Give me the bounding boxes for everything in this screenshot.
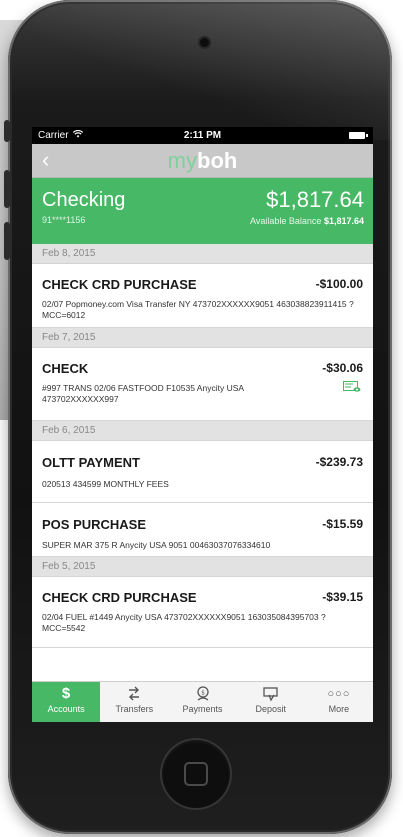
transaction-row[interactable]: OLTT PAYMENT -$239.73 020513 434599 MONT… bbox=[32, 441, 373, 503]
transaction-amount: -$239.73 bbox=[315, 455, 363, 469]
transaction-description: 02/04 FUEL #1449 Anycity USA 473702XXXXX… bbox=[42, 612, 326, 633]
volume-up-button bbox=[4, 170, 10, 208]
front-camera bbox=[200, 38, 209, 47]
transaction-title: CHECK CRD PURCHASE bbox=[42, 277, 197, 292]
account-name: Checking bbox=[42, 189, 126, 211]
deposit-icon bbox=[237, 682, 305, 704]
account-number: 91****1156 bbox=[42, 215, 86, 225]
tab-accounts[interactable]: $ Accounts bbox=[32, 682, 101, 722]
battery-icon bbox=[349, 132, 368, 139]
logo-boh: boh bbox=[197, 148, 238, 173]
available-balance: Available Balance $1,817.64 bbox=[250, 216, 364, 226]
transaction-description: SUPER MAR 375 R Anycity USA 9051 0046303… bbox=[42, 540, 271, 550]
tab-label: Payments bbox=[182, 704, 223, 714]
transaction-row[interactable]: POS PURCHASE -$15.59 SUPER MAR 375 R Any… bbox=[32, 503, 373, 557]
transaction-amount: -$30.06 bbox=[322, 361, 363, 375]
dollar-icon: $ bbox=[61, 685, 71, 702]
transfer-icon bbox=[100, 682, 168, 704]
available-label: Available Balance bbox=[250, 216, 322, 226]
tab-label: Transfers bbox=[115, 704, 154, 714]
transaction-row[interactable]: CHECK CRD PURCHASE -$100.00 02/07 Popmon… bbox=[32, 264, 373, 328]
available-amount: $1,817.64 bbox=[323, 216, 364, 226]
tab-deposit[interactable]: Deposit bbox=[237, 682, 305, 722]
account-balance: $1,817.64 bbox=[266, 187, 364, 212]
tab-payments[interactable]: $ Payments bbox=[168, 682, 236, 722]
home-square-icon bbox=[184, 762, 208, 786]
tab-bar: $ Accounts Transfers $ Payments Deposit … bbox=[32, 681, 373, 722]
transaction-amount: -$39.15 bbox=[322, 590, 363, 604]
transaction-title: POS PURCHASE bbox=[42, 517, 147, 532]
home-button[interactable] bbox=[162, 740, 230, 808]
nav-bar: ‹ myboh bbox=[32, 144, 373, 178]
status-bar: Carrier 2:11 PM bbox=[32, 127, 373, 144]
payments-icon: $ bbox=[168, 682, 236, 704]
myboh-logo: myboh bbox=[32, 150, 373, 172]
tab-more[interactable]: ○○○ More bbox=[305, 682, 373, 722]
date-header: Feb 8, 2015 bbox=[32, 244, 373, 264]
status-time: 2:11 PM bbox=[183, 130, 222, 141]
tab-label: Accounts bbox=[47, 704, 85, 714]
mute-switch bbox=[4, 120, 10, 142]
transaction-description: 020513 434599 MONTHLY FEES bbox=[42, 479, 169, 489]
transaction-row[interactable]: CHECK CRD PURCHASE -$39.15 02/04 FUEL #1… bbox=[32, 577, 373, 648]
transaction-description: #997 TRANS 02/06 FASTFOOD F10535 Anycity… bbox=[42, 383, 244, 404]
more-dots-icon: ○○○ bbox=[327, 688, 351, 700]
account-header: Checking 91****1156 $1,817.64 Available … bbox=[32, 178, 373, 244]
phone-screen: Carrier 2:11 PM ‹ myboh Checking 91****1… bbox=[32, 127, 373, 722]
tab-transfers[interactable]: Transfers bbox=[100, 682, 168, 722]
date-header: Feb 6, 2015 bbox=[32, 421, 373, 441]
transaction-title: CHECK CRD PURCHASE bbox=[42, 590, 197, 605]
logo-my: my bbox=[167, 148, 197, 173]
tab-label: Deposit bbox=[255, 704, 286, 714]
transaction-amount: -$15.59 bbox=[322, 517, 363, 531]
volume-down-button bbox=[4, 222, 10, 260]
transaction-amount: -$100.00 bbox=[315, 277, 363, 291]
transaction-title: CHECK bbox=[42, 361, 89, 376]
check-image-icon[interactable] bbox=[343, 380, 361, 392]
transaction-row[interactable]: CHECK -$30.06 #997 TRANS 02/06 FASTFOOD … bbox=[32, 348, 373, 421]
transaction-title: OLTT PAYMENT bbox=[42, 455, 140, 470]
transaction-list: Feb 8, 2015 CHECK CRD PURCHASE -$100.00 … bbox=[32, 244, 373, 648]
date-header: Feb 5, 2015 bbox=[32, 557, 373, 577]
date-header: Feb 7, 2015 bbox=[32, 328, 373, 348]
transaction-description: 02/07 Popmoney.com Visa Transfer NY 4737… bbox=[42, 299, 354, 320]
svg-text:$: $ bbox=[201, 690, 205, 697]
tab-label: More bbox=[328, 704, 350, 714]
